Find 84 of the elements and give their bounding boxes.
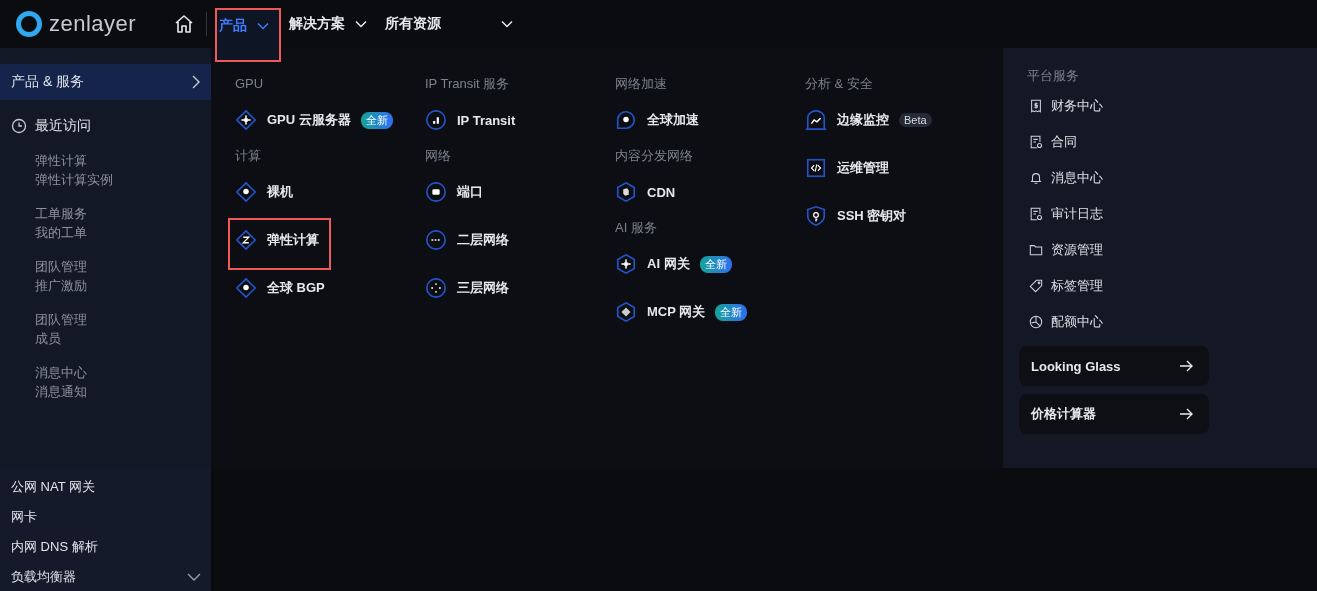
sidebar-item[interactable]: 网卡 <box>0 502 211 532</box>
section-heading: IP Transit 服务 <box>425 75 511 93</box>
quick-link-card[interactable]: Looking Glass <box>1019 346 1209 386</box>
dash-circle-icon <box>425 229 447 251</box>
quick-link-card[interactable]: 价格计算器 <box>1019 394 1209 434</box>
section-heading: 内容分发网络 <box>615 147 694 165</box>
home-icon[interactable] <box>174 14 195 34</box>
star-hexagon-icon <box>615 253 637 275</box>
product-link[interactable]: MCP 网关 全新 <box>615 300 748 324</box>
clock-icon <box>11 118 27 134</box>
product-link[interactable]: 裸机 <box>235 180 293 204</box>
receipt-icon <box>1029 99 1043 113</box>
sidebar-item[interactable]: 公网 NAT 网关 <box>0 472 211 502</box>
platform-link[interactable]: 标签管理 <box>1019 274 1103 298</box>
document-icon <box>1029 135 1043 149</box>
brand-name[interactable]: zenlayer <box>49 11 137 37</box>
cube-hexagon-icon <box>615 181 637 203</box>
product-link[interactable]: CDN <box>615 180 676 204</box>
bars-circle-icon <box>425 109 447 131</box>
platform-link[interactable]: 配额中心 <box>1019 310 1103 334</box>
tag-icon <box>1029 279 1043 293</box>
status-badge: 全新 <box>699 255 732 273</box>
document-icon <box>1029 207 1043 221</box>
product-link[interactable]: IP Transit <box>425 108 516 132</box>
recent-heading: 最近访问 <box>35 117 91 135</box>
star-diamond-icon <box>235 109 257 131</box>
status-badge: 全新 <box>715 303 748 321</box>
product-link[interactable]: 二层网络 <box>425 228 509 252</box>
product-link[interactable]: 弹性计算 <box>228 218 331 270</box>
bell-icon <box>1029 171 1043 185</box>
chevron-down-icon <box>355 20 368 28</box>
status-badge: 全新 <box>360 111 393 129</box>
platform-link[interactable]: 财务中心 <box>1019 94 1103 118</box>
sidebar-item[interactable]: 内网 DNS 解析 <box>0 532 211 562</box>
product-link[interactable]: 边缘监控 Beta <box>805 108 932 132</box>
dots-circle-icon <box>425 277 447 299</box>
box-circle-icon <box>425 181 447 203</box>
sidebar-section-item[interactable]: 产品 & 服务 <box>0 64 211 100</box>
product-link[interactable]: AI 网关 全新 <box>615 252 732 276</box>
platform-link[interactable]: 消息中心 <box>1019 166 1103 190</box>
chevron-down-icon <box>501 20 514 28</box>
platform-link[interactable]: 资源管理 <box>1019 238 1103 262</box>
product-link[interactable]: GPU 云服务器 全新 <box>235 108 393 132</box>
chevron-down-icon <box>257 22 270 30</box>
code-icon <box>805 157 827 179</box>
folder-icon <box>1029 243 1043 257</box>
dot-diamond-icon <box>235 181 257 203</box>
chart-icon <box>805 109 827 131</box>
platform-link[interactable]: 审计日志 <box>1019 202 1103 226</box>
section-heading: GPU <box>235 75 265 93</box>
product-link[interactable]: 三层网络 <box>425 276 509 300</box>
section-heading: 计算 <box>235 147 262 165</box>
product-link[interactable]: 全球 BGP <box>235 276 325 300</box>
product-link[interactable]: 运维管理 <box>805 156 889 180</box>
section-heading: 平台服务 <box>1026 67 1080 85</box>
sidebar-item[interactable]: 负载均衡器 <box>0 562 211 591</box>
chevron-down-icon <box>187 573 201 581</box>
platform-link[interactable]: 合同 <box>1019 130 1077 154</box>
product-link[interactable]: 端口 <box>425 180 483 204</box>
product-link[interactable]: SSH 密钥对 <box>805 204 907 228</box>
recent-entry-link[interactable]: 工单服务 我的工单 <box>0 204 211 242</box>
arrow-right-icon <box>1179 360 1193 372</box>
nav-tab[interactable]: 产品 <box>215 8 282 62</box>
section-heading: AI 服务 <box>615 219 658 237</box>
grid-hexagon-icon <box>615 301 637 323</box>
product-link[interactable]: 全球加速 <box>615 108 699 132</box>
pie-icon <box>1029 315 1043 329</box>
section-heading: 分析 & 安全 <box>805 75 874 93</box>
arrow-right-icon <box>1179 408 1193 420</box>
nav-tab[interactable]: 解决方案 <box>289 9 370 39</box>
chevron-right-icon <box>192 75 200 89</box>
bubble-icon <box>615 109 637 131</box>
key-shield-icon <box>805 205 827 227</box>
z-diamond-icon <box>235 229 257 251</box>
nav-tab[interactable]: 所有资源 <box>385 9 516 39</box>
recent-entry-link[interactable]: 弹性计算 弹性计算实例 <box>0 151 211 189</box>
dot-diamond-icon <box>235 277 257 299</box>
status-badge: Beta <box>899 113 932 127</box>
section-heading: 网络 <box>425 147 452 165</box>
section-heading: 网络加速 <box>615 75 668 93</box>
recent-entry-link[interactable]: 消息中心 消息通知 <box>0 363 211 401</box>
logo-icon <box>15 10 43 38</box>
recent-entry-link[interactable]: 团队管理 推广激励 <box>0 257 211 295</box>
recent-entry-link[interactable]: 团队管理 成员 <box>0 310 211 348</box>
